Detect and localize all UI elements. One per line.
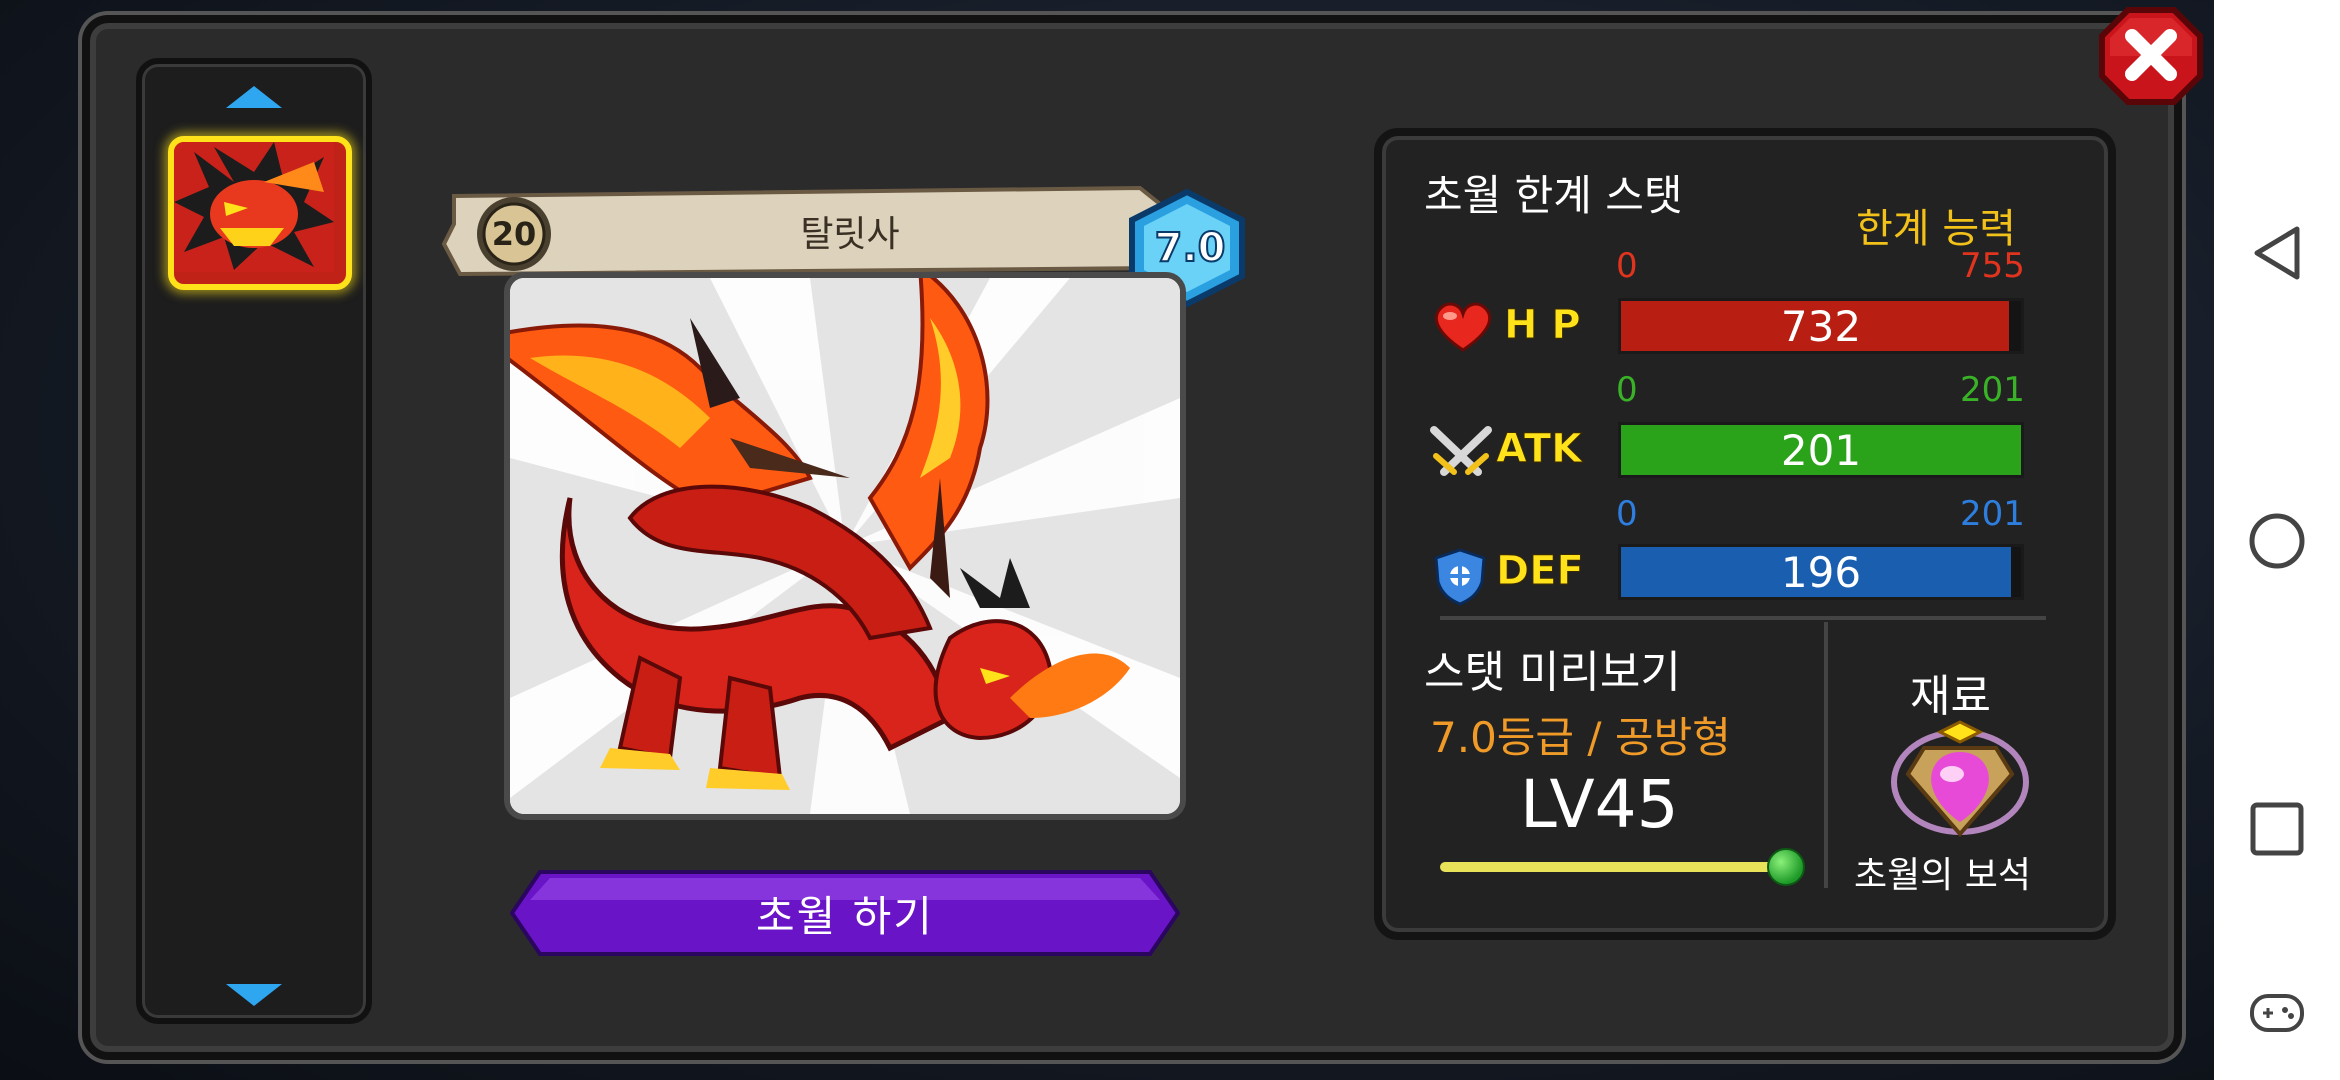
hero-level: 20: [491, 215, 537, 253]
level-slider-track[interactable]: [1440, 862, 1786, 872]
column-divider: [1824, 622, 1828, 888]
def-range-min: 0: [1616, 494, 1638, 534]
shield-icon: [1434, 548, 1486, 606]
hp-range-min: 0: [1616, 246, 1638, 286]
home-icon[interactable]: [2214, 496, 2340, 586]
preview-grade-type: 7.0등급 / 공방형: [1430, 713, 1731, 762]
atk-range-max: 201: [1960, 370, 2025, 410]
hp-value: 732: [1780, 301, 1862, 351]
swords-icon: [1430, 426, 1492, 476]
atk-value: 201: [1780, 425, 1862, 475]
system-nav-bar: [2214, 0, 2340, 1080]
hero-list[interactable]: [136, 58, 372, 1024]
hp-bar: 732: [1618, 298, 2024, 354]
def-label: DEF: [1496, 548, 1585, 595]
arrow-up-icon[interactable]: [142, 84, 366, 110]
heart-icon: [1434, 302, 1492, 352]
hero-level-badge: 20: [472, 194, 556, 274]
atk-range-min: 0: [1616, 370, 1638, 410]
def-range-max: 201: [1960, 494, 2025, 534]
gem-icon: [1891, 720, 2029, 838]
hero-portrait: [504, 272, 1186, 820]
transcend-button[interactable]: 초월 하기: [510, 870, 1180, 956]
back-icon[interactable]: [2214, 208, 2340, 298]
section-divider: [1440, 616, 2046, 620]
hp-range-max: 755: [1960, 246, 2025, 286]
hero-thumbnail-selected[interactable]: [168, 136, 352, 290]
preview-level: LV45: [1520, 766, 1679, 843]
def-value: 196: [1780, 547, 1862, 597]
close-icon[interactable]: [2098, 6, 2204, 106]
material-name: 초월의 보석: [1854, 855, 2032, 896]
level-slider-handle[interactable]: [1767, 848, 1805, 886]
def-bar: 196: [1618, 544, 2024, 600]
atk-bar: 201: [1618, 422, 2024, 478]
stats-title: 초월 한계 스탯: [1424, 171, 1683, 220]
arrow-down-icon[interactable]: [142, 982, 366, 1008]
hero-name: 탈릿사: [800, 214, 900, 255]
recents-icon[interactable]: [2214, 784, 2340, 874]
material-title: 재료: [1910, 671, 1991, 722]
gamepad-icon[interactable]: [2214, 968, 2340, 1058]
atk-label: ATK: [1495, 426, 1583, 473]
stat-preview-title: 스탯 미리보기: [1424, 647, 1681, 698]
hp-label: H P: [1504, 302, 1582, 349]
